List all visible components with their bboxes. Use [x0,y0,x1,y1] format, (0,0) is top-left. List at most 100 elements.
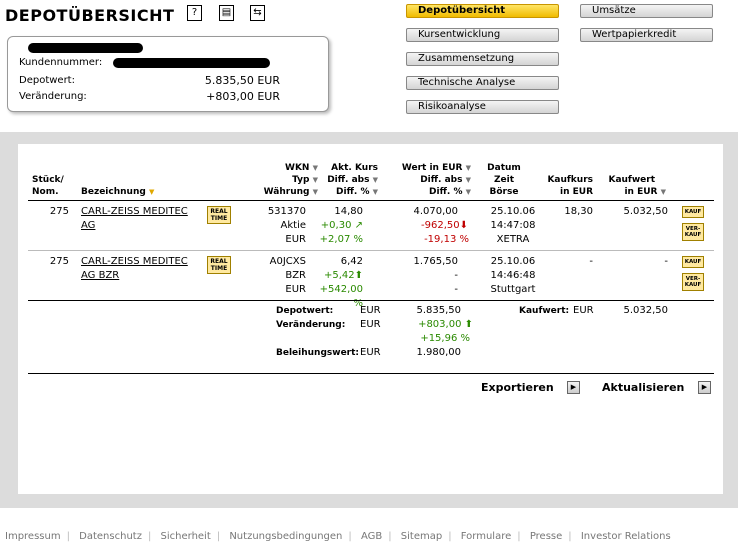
footer-link-impressum[interactable]: Impressum [5,531,61,542]
row-datum: 25.10.06 [490,206,536,217]
header-wert-in-eur[interactable]: Wert in EUR ▼ [388,162,471,174]
arrow-down-icon: ⬇ [459,220,468,231]
realtime-badge[interactable]: REAL TIME [207,206,231,224]
nav-depotuebersicht[interactable]: Depotübersicht [406,4,559,18]
nav-technische-analyse[interactable]: Technische Analyse [406,76,559,90]
header-wert-diff-pct[interactable]: Diff. % ▼ [388,186,471,198]
summary-beleihungswert-cur: EUR [360,347,381,358]
portfolio-panel: Stück/ Nom. Bezeichnung ▼ WKN ▼ Typ ▼ Wä… [18,144,723,494]
header-diff-pct[interactable]: Diff. % ▼ [298,186,378,198]
row-diff-abs-value: +5,42 [323,270,355,281]
header-diff-abs[interactable]: Diff. abs ▼ [298,174,378,186]
sort-icon: ▼ [465,188,471,196]
row-diff-abs: +0,30 ↗ [308,219,363,233]
refresh-label[interactable]: Aktualisieren [602,381,684,394]
summary-divider [28,300,714,301]
row-waehrung: EUR [285,234,306,245]
sort-icon: ▼ [372,188,378,196]
row-divider [28,250,714,251]
footer-separator: | [147,531,152,542]
summary-veraenderung-value: +803,00 ⬆ [398,318,473,332]
row-typ: Aktie [280,220,306,231]
row-kurs: 14,80 [334,206,363,217]
header-kaufwert-unit-label: in EUR [624,187,658,197]
footer-link-formulare[interactable]: Formulare [461,531,511,542]
verkauf-button[interactable]: VER-KAUF [682,223,704,241]
security-link[interactable]: CARL-ZEISS MEDITEC [81,205,188,219]
row-diff-abs: +5,42⬆ [308,269,363,283]
row-kaufwert: 5.032,50 [623,206,668,217]
redacted-name [28,43,143,53]
header-wert-diff-abs[interactable]: Diff. abs ▼ [388,174,471,186]
row-kaufkurs: - [589,256,593,267]
redacted-customer-number [113,58,270,68]
summary-veraenderung-label: Veränderung: [276,320,346,330]
nav-zusammensetzung[interactable]: Zusammensetzung [406,52,559,66]
nav-wertpapierkredit[interactable]: Wertpapierkredit [580,28,713,42]
export-arrow-icon[interactable]: ▶ [567,381,580,394]
footer-links: Impressum | Datenschutz | Sicherheit | Nutz… [5,531,677,542]
header-nom: Nom. [32,187,59,197]
row-diff-pct: +2,07 % [319,234,363,245]
export-label[interactable]: Exportieren [481,381,554,394]
footer-separator: | [568,531,572,542]
kauf-button[interactable]: KAUF [682,206,704,218]
row-wert-diff-abs: - [454,270,458,281]
header-bezeichnung-label: Bezeichnung [81,187,146,197]
header-datum: Datum [487,163,521,173]
row-qty: 275 [49,206,69,217]
depotwert-label: Depotwert: [19,75,75,86]
security-link-line2[interactable]: AG BZR [81,269,119,283]
footer-link-sicherheit[interactable]: Sicherheit [161,531,211,542]
nav-risikoanalyse[interactable]: Risikoanalyse [406,100,559,114]
realtime-badge[interactable]: REAL TIME [207,256,231,274]
footer-link-investor-relations[interactable]: Investor Relations [581,531,671,542]
sort-icon: ▼ [465,176,471,184]
customer-number-label: Kundennummer: [19,57,103,68]
arrow-up-icon: ⬆ [354,270,363,281]
row-waehrung: EUR [285,284,306,295]
row-wkn: 531370 [267,206,306,217]
summary-veraenderung-cur: EUR [360,319,381,330]
security-link-line2[interactable]: AG [81,219,95,233]
footer-link-nutzungsbedingungen[interactable]: Nutzungsbedingungen [229,531,342,542]
print-icon[interactable]: ▤ [219,5,234,21]
summary-beleihungswert-label: Beleihungswert: [276,348,360,358]
veraenderung-label: Veränderung: [19,91,87,102]
row-typ: BZR [285,270,306,281]
row-wert: 1.765,50 [413,256,458,267]
footer-link-datenschutz[interactable]: Datenschutz [79,531,142,542]
footer-separator: | [517,531,521,542]
help-icon[interactable]: ? [187,5,202,21]
row-boerse: XETRA [496,234,530,245]
header-boerse: Börse [489,187,519,197]
sort-icon: ▼ [372,176,378,184]
header-bezeichnung[interactable]: Bezeichnung ▼ [81,186,154,198]
header-divider [28,200,714,201]
footer-link-sitemap[interactable]: Sitemap [401,531,442,542]
nav-kursentwicklung[interactable]: Kursentwicklung [406,28,559,42]
header-wert-diff-abs-label: Diff. abs [420,175,463,185]
sort-desc-icon: ▼ [148,188,155,196]
security-link[interactable]: CARL-ZEISS MEDITEC [81,255,188,269]
header-kaufwert-unit[interactable]: in EUR ▼ [598,186,666,198]
header-wert-diff-pct-label: Diff. % [429,187,463,197]
row-datum: 25.10.06 [490,256,536,267]
veraenderung-value: +803,00 EUR [206,90,280,103]
kauf-button[interactable]: KAUF [682,256,704,268]
arrow-up-icon: ⬆ [461,319,473,330]
verkauf-button[interactable]: VER-KAUF [682,273,704,291]
nav-umsaetze[interactable]: Umsätze [580,4,713,18]
footer-separator: | [388,531,392,542]
refresh-icon[interactable]: ⇆ [250,5,265,21]
summary-depotwert-value: 5.835,50 [416,305,461,316]
account-summary-box: Kundennummer: Depotwert: 5.835,50 EUR Ve… [7,36,329,112]
footer-link-presse[interactable]: Presse [530,531,562,542]
sort-icon: ▼ [660,188,666,196]
row-wert-diff-abs: -962,50⬇ [398,219,468,233]
row-zeit: 14:47:08 [490,220,536,231]
row-kaufkurs: 18,30 [564,206,593,217]
footer-link-agb[interactable]: AGB [361,531,382,542]
refresh-arrow-icon[interactable]: ▶ [698,381,711,394]
summary-veraenderung-pct: +15,96 % [420,333,470,344]
